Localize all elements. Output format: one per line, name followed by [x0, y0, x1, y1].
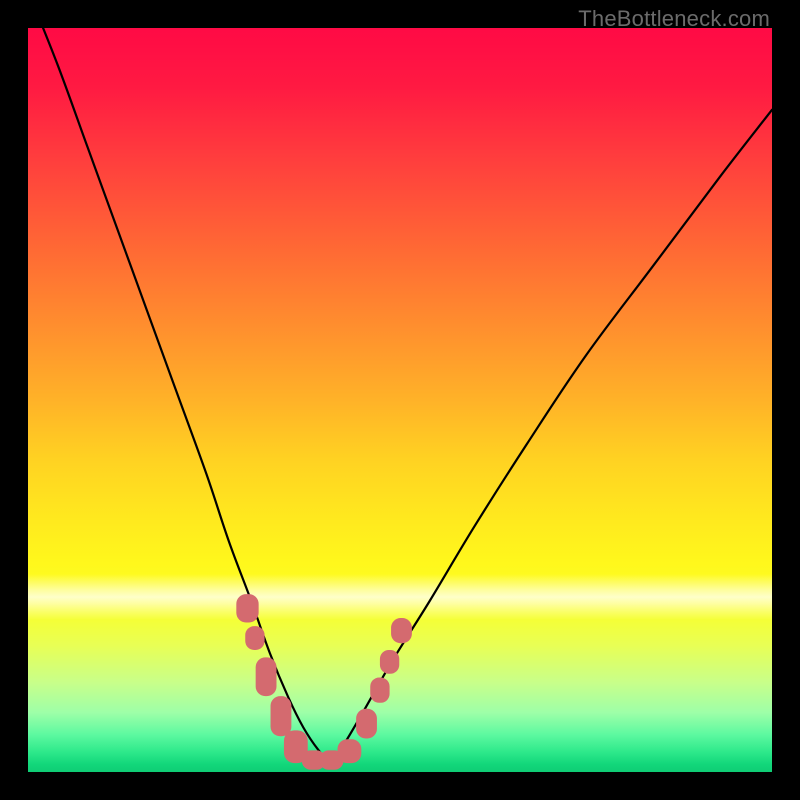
marker: [370, 678, 389, 703]
plot-area: [28, 28, 772, 772]
marker: [271, 696, 292, 736]
marker: [380, 650, 399, 674]
marker: [391, 618, 412, 643]
marker: [338, 739, 362, 763]
chart-svg: [28, 28, 772, 772]
marker: [236, 594, 258, 622]
optimal-range-markers: [236, 594, 412, 770]
marker: [256, 657, 277, 696]
watermark: TheBottleneck.com: [578, 6, 770, 32]
marker: [245, 626, 264, 650]
marker: [356, 709, 377, 739]
bottleneck-curve: [28, 28, 772, 761]
